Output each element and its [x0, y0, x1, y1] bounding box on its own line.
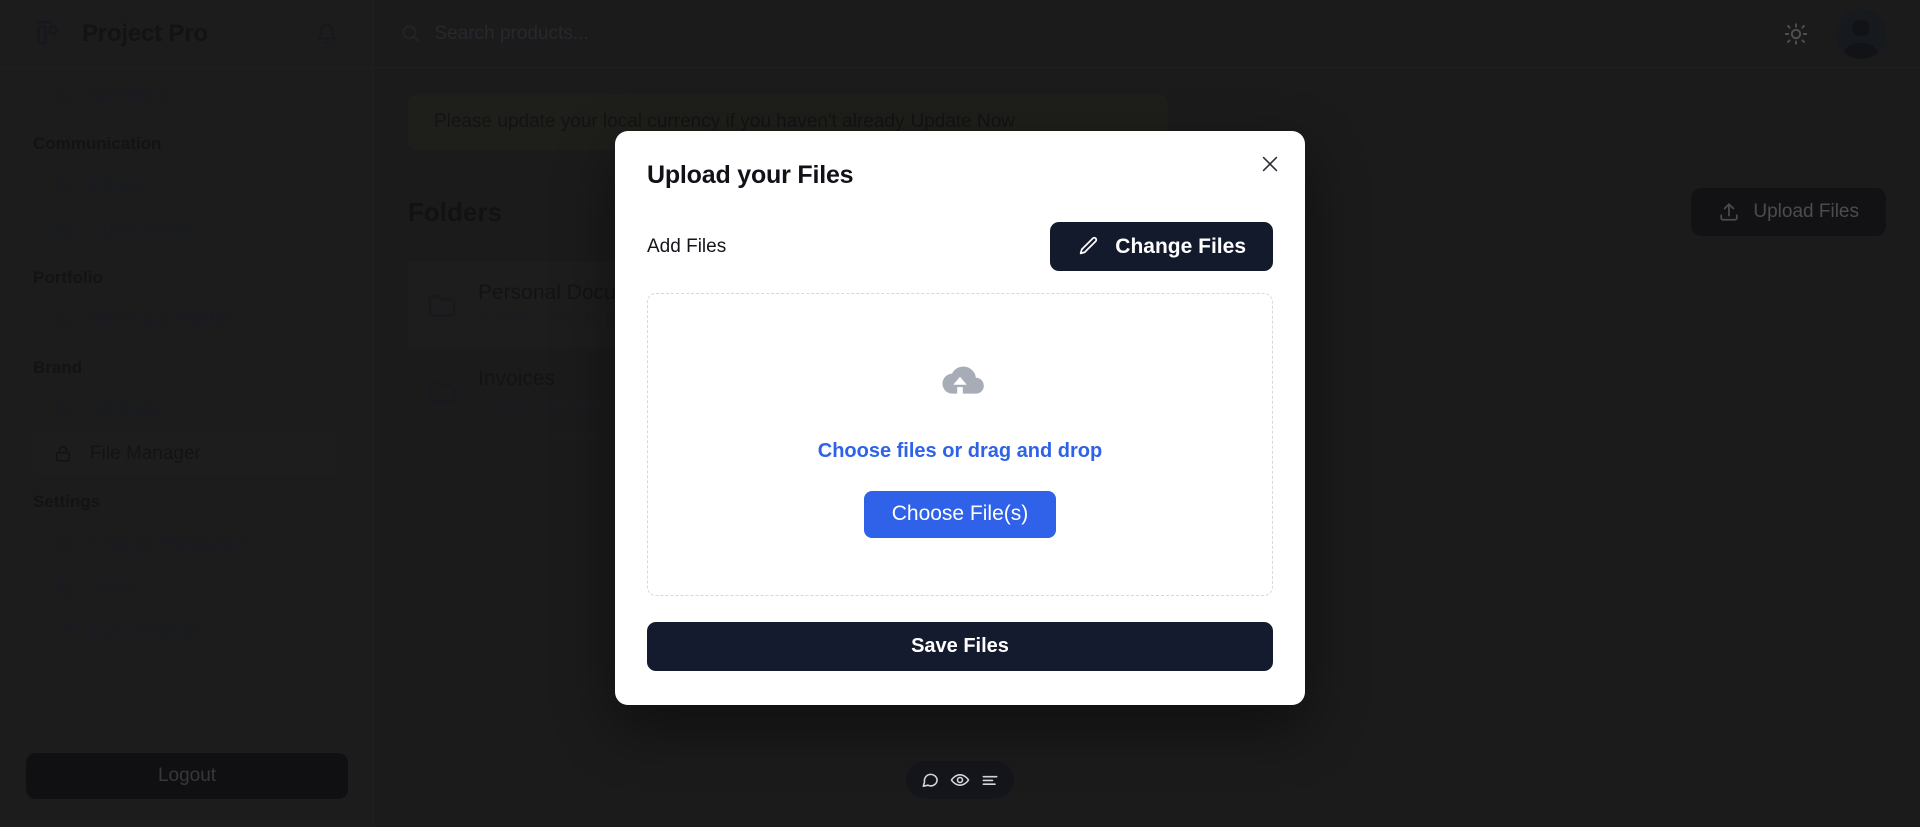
lines-icon[interactable] [980, 770, 1000, 790]
bell-icon[interactable] [307, 14, 347, 54]
sidebar-item-label: File Manager [90, 443, 201, 465]
user-icon [52, 85, 74, 107]
update-now-link[interactable]: Update Now [910, 111, 1015, 133]
folder-info: Invoices 1 items · 44.14 KB [478, 366, 618, 415]
sidebar-item-label: Emails [90, 175, 147, 197]
external-link-icon [52, 621, 74, 643]
upload-icon [1718, 201, 1740, 223]
dropzone-text: Choose files or drag and drop [818, 440, 1102, 463]
change-files-button[interactable]: Change Files [1050, 222, 1273, 271]
folder-meta: 1 items · 44.14 KB [478, 395, 618, 415]
sidebar-item-label: Live Website [90, 621, 198, 643]
sun-icon[interactable] [1778, 16, 1814, 52]
upload-files-label: Upload Files [1753, 201, 1859, 223]
floating-toolbar [906, 761, 1014, 799]
close-icon[interactable] [1257, 151, 1283, 177]
brand-name: Project Pro [82, 20, 208, 48]
logout-container: Logout [0, 753, 374, 799]
upload-files-button[interactable]: Upload Files [1691, 188, 1886, 236]
sidebar-item-change-password[interactable]: Change Password [33, 522, 337, 566]
sidebar-item-label: Settings [90, 399, 159, 421]
add-files-label: Add Files [647, 236, 726, 258]
file-dropzone[interactable]: Choose files or drag and drop Choose Fil… [647, 293, 1273, 596]
search-input[interactable] [434, 23, 900, 45]
sidebar-section-brand: Brand [0, 342, 373, 388]
lock-icon [52, 533, 74, 555]
upload-files-modal: Upload your Files Add Files Change Files… [615, 131, 1305, 705]
sidebar-item-label: Subscribers [90, 219, 190, 241]
sidebar-item-generate-portfolio[interactable]: Generate Portfolio [33, 298, 337, 342]
eye-icon[interactable] [950, 770, 970, 790]
sidebar-item-label: Generate Portfolio [90, 309, 244, 331]
sidebar-item-label: Change Password [90, 533, 245, 555]
logo-icon [34, 17, 68, 51]
comment-icon[interactable] [920, 770, 940, 790]
sidebar-item-live-website[interactable]: Live Website [33, 610, 337, 654]
sidebar-item-users[interactable]: Users [33, 566, 337, 610]
cloud-upload-icon [929, 352, 991, 414]
logout-button[interactable]: Logout [26, 753, 348, 799]
sidebar-item-emails[interactable]: Emails [33, 164, 337, 208]
top-bar [374, 0, 1920, 68]
search-icon [400, 23, 420, 45]
sidebar-item-members[interactable]: Members [33, 74, 337, 118]
sidebar-nav: Members Communication Emails Subscribers… [0, 68, 373, 654]
sidebar-section-settings: Settings [0, 476, 373, 522]
lock-icon [52, 443, 74, 465]
page-title: Folders [408, 197, 502, 228]
pencil-icon [1077, 235, 1100, 258]
user-icon [52, 309, 74, 331]
change-files-label: Change Files [1115, 235, 1246, 259]
sidebar-section-communication: Communication [0, 118, 373, 164]
folder-icon [426, 289, 458, 321]
sidebar-item-subscribers[interactable]: Subscribers [33, 208, 337, 252]
modal-title: Upload your Files [647, 161, 1273, 190]
sidebar-section-portfolio: Portfolio [0, 252, 373, 298]
user-avatar [1836, 9, 1886, 59]
search-container[interactable] [400, 23, 900, 45]
sidebar-item-label: Users [90, 577, 140, 599]
envelope-icon [52, 219, 74, 241]
avatar[interactable] [1836, 9, 1886, 59]
brand-header: Project Pro [0, 0, 373, 68]
sidebar-item-label: Members [90, 85, 169, 107]
sidebar-item-file-manager[interactable]: File Manager [33, 432, 337, 476]
sidebar-item-settings-brand[interactable]: Settings [33, 388, 337, 432]
choose-files-button[interactable]: Choose File(s) [864, 491, 1057, 538]
save-files-button[interactable]: Save Files [647, 622, 1273, 671]
sidebar: Project Pro Members Communication [0, 0, 374, 827]
app-root: Project Pro Members Communication [0, 0, 1920, 827]
top-bar-right [1778, 9, 1886, 59]
user-icon [52, 175, 74, 197]
folder-name: Invoices [478, 366, 618, 392]
modal-subheader: Add Files Change Files [647, 222, 1273, 271]
banner-text: Please update your local currency if you… [434, 111, 904, 133]
users-icon [52, 577, 74, 599]
user-icon [52, 399, 74, 421]
folder-icon [426, 375, 458, 407]
